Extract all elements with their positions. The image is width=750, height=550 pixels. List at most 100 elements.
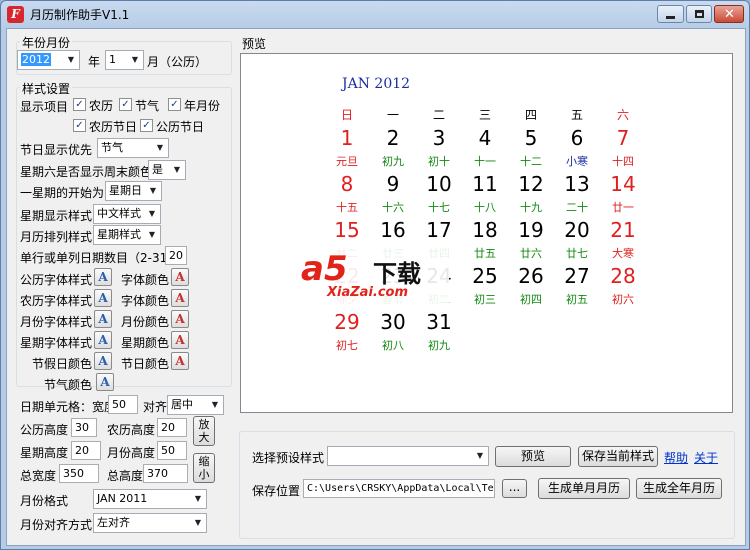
save-location-input[interactable]: C:\Users\CRSKY\AppData\Local\Temp\ — [303, 479, 495, 498]
minimize-icon — [666, 16, 675, 19]
weekend-color-value: 是 — [152, 163, 163, 176]
save-style-button[interactable]: 保存当前样式 — [578, 446, 658, 467]
preset-style-select[interactable]: ▼ — [327, 446, 489, 466]
calendar-day-lunar: 十八 — [474, 201, 496, 214]
lunar-height-input[interactable]: 20 — [157, 418, 187, 437]
festival-color-label: 节日颜色 — [121, 357, 170, 371]
app-window: F 月历制作助手V1.1 ✕ 年份月份 2012 ▼ 年 1 ▼ 月（公历） 样… — [0, 0, 750, 550]
month-select[interactable]: 1 ▼ — [105, 50, 144, 70]
solar-font-color-button[interactable]: A — [171, 268, 189, 286]
browse-button[interactable]: ... — [502, 479, 527, 498]
chevron-down-icon: ▼ — [148, 209, 156, 218]
single-row-count-input[interactable]: 20 — [165, 246, 187, 265]
solar-term-checkbox[interactable]: ✓ — [119, 98, 132, 111]
solar-font-button[interactable]: A — [94, 268, 112, 286]
calendar-day-lunar: 廿一 — [612, 201, 634, 214]
maximize-button[interactable] — [686, 5, 712, 23]
month-layout-value: 星期样式 — [97, 228, 141, 241]
solar-height-input[interactable]: 30 — [71, 418, 97, 437]
calendar-day-number: 1 — [340, 126, 354, 150]
calendar-day-lunar: 初八 — [382, 339, 404, 352]
festival-color-button[interactable]: A — [171, 352, 189, 370]
about-link[interactable]: 关于 — [694, 449, 718, 466]
calendar-day-lunar: 二十 — [566, 201, 588, 214]
calendar-day-number: 29 — [334, 310, 360, 334]
minimize-button[interactable] — [657, 5, 684, 23]
festival-priority-select[interactable]: 节气 ▼ — [97, 138, 169, 158]
year-value: 2012 — [21, 53, 51, 66]
month-format-select[interactable]: JAN 2011 ▼ — [93, 489, 207, 509]
week-start-label: 一星期的开始为 — [20, 186, 105, 200]
month-color-button[interactable]: A — [171, 310, 189, 328]
calendar-day-number: 14 — [610, 172, 636, 196]
generate-month-button[interactable]: 生成单月月历 — [538, 478, 630, 499]
calendar-day-number: 30 — [380, 310, 406, 334]
weekday-header: 四 — [524, 108, 537, 122]
calendar-day-number: 9 — [386, 172, 400, 196]
align-select[interactable]: 居中 ▼ — [167, 395, 224, 415]
calendar-day-lunar: 初九 — [382, 155, 404, 168]
month-layout-select[interactable]: 星期样式 ▼ — [93, 225, 161, 245]
weekday-color-button[interactable]: A — [171, 331, 189, 349]
month-align-value: 左对齐 — [97, 516, 130, 529]
zoom-in-button[interactable]: 放大 — [193, 416, 215, 446]
save-location-label: 保存位置 — [252, 484, 301, 498]
calendar-day-number: 15 — [334, 218, 360, 242]
solar-festival-checkbox[interactable]: ✓ — [140, 119, 153, 132]
year-select[interactable]: 2012 ▼ — [17, 50, 80, 70]
week-start-select[interactable]: 星期日 ▼ — [105, 181, 162, 201]
calendar-day-lunar: 十六 — [382, 201, 404, 214]
calendar-day-number: 20 — [564, 218, 590, 242]
generate-year-button[interactable]: 生成全年月历 — [636, 478, 722, 499]
close-button[interactable]: ✕ — [714, 5, 744, 23]
calendar-day-lunar: 初七 — [336, 339, 358, 352]
lunar-festival-checkbox[interactable]: ✓ — [73, 119, 86, 132]
display-items-label: 显示项目 — [20, 100, 69, 114]
title-bar[interactable]: F 月历制作助手V1.1 ✕ — [1, 1, 749, 27]
calendar-day-lunar: 十七 — [428, 201, 450, 214]
calendar-day-number: 18 — [472, 218, 498, 242]
calendar-day-lunar: 十一 — [474, 155, 496, 168]
total-width-input[interactable]: 350 — [59, 464, 99, 483]
month-align-select[interactable]: 左对齐 ▼ — [93, 513, 207, 533]
lunar-font-color-label: 字体颜色 — [121, 294, 170, 308]
total-height-input[interactable]: 370 — [143, 464, 188, 483]
weekend-color-select[interactable]: 是 ▼ — [148, 160, 186, 180]
calendar-day-lunar: 初四 — [520, 293, 542, 306]
holiday-color-button[interactable]: A — [94, 352, 112, 370]
calendar-day-lunar: 初十 — [428, 155, 450, 168]
weekday-header: 日 — [340, 108, 353, 122]
calendar-preview: JAN 2012 日 一 二 三 四 五 六 1 元旦 2 初九 3 初十 4 十一 5 十二 6 小寒 7 十四 8 十五… — [240, 53, 733, 413]
chevron-down-icon: ▼ — [148, 230, 156, 239]
calendar-day-lunar: 初三 — [474, 293, 496, 306]
calendar-day-number: 4 — [478, 126, 492, 150]
weekday-style-value: 中文样式 — [97, 207, 141, 220]
weekday-header: 三 — [478, 108, 491, 122]
calendar-day-lunar: 十五 — [336, 201, 358, 214]
cell-width-input[interactable]: 50 — [108, 395, 138, 414]
solar-font-color-label: 字体颜色 — [121, 273, 170, 287]
solar-term-color-button[interactable]: A — [96, 373, 114, 391]
window-title: 月历制作助手V1.1 — [30, 8, 130, 22]
month-font-button[interactable]: A — [94, 310, 112, 328]
weekday-style-select[interactable]: 中文样式 ▼ — [93, 204, 161, 224]
lunar-font-color-button[interactable]: A — [171, 289, 189, 307]
month-suffix: 月（公历） — [147, 55, 208, 69]
help-link[interactable]: 帮助 — [664, 449, 688, 466]
month-height-input[interactable]: 50 — [157, 441, 187, 460]
year-month-checkbox[interactable]: ✓ — [168, 98, 181, 111]
preview-button[interactable]: 预览 — [495, 446, 571, 467]
lunar-checkbox[interactable]: ✓ — [73, 98, 86, 111]
month-value: 1 — [109, 53, 116, 66]
weekday-header: 二 — [432, 108, 445, 122]
zoom-out-button[interactable]: 缩小 — [193, 453, 215, 483]
calendar-day-lunar: 十九 — [520, 201, 542, 214]
weekday-font-button[interactable]: A — [94, 331, 112, 349]
calendar-day-lunar: 廿七 — [566, 247, 588, 260]
weekday-height-input[interactable]: 20 — [71, 441, 101, 460]
calendar-day-number: 31 — [426, 310, 452, 334]
calendar-day-lunar: 小寒 — [566, 155, 588, 168]
lunar-font-button[interactable]: A — [94, 289, 112, 307]
lunar-height-label: 农历高度 — [107, 423, 156, 437]
watermark-domain: XiaZai.com — [327, 285, 409, 300]
